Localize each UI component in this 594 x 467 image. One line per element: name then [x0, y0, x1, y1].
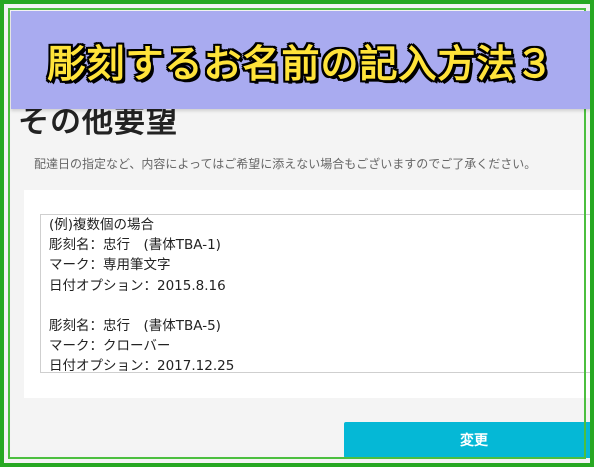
instruction-banner: 彫刻するお名前の記入方法３: [11, 11, 590, 109]
textarea-line: マーク：クローバー: [49, 338, 171, 355]
image-frame: その他要望 配達日の指定など、内容によってはご希望に添えない場合もございますので…: [0, 0, 594, 467]
requests-textarea[interactable]: (例)複数個の場合 彫刻名：忠行 (書体TBA-1) マーク：専用筆文字 日付オ…: [40, 214, 590, 373]
textarea-line: [49, 296, 590, 316]
section-description: 配達日の指定など、内容によってはご希望に添えない場合もございますのでご了承くださ…: [34, 157, 537, 171]
textarea-line: 日付オプション：2017.12.25: [49, 358, 235, 373]
textarea-line: 彫刻名：忠行 (書体TBA-1): [49, 237, 221, 254]
textarea-line: 彫刻名：忠行 (書体TBA-5): [49, 317, 221, 334]
change-button[interactable]: 変更: [344, 422, 590, 458]
textarea-line: (例)複数個の場合: [49, 217, 155, 233]
textarea-line: 日付オプション：2015.8.16: [49, 277, 226, 294]
textarea-line: マーク：専用筆文字: [49, 257, 171, 274]
banner-title: 彫刻するお名前の記入方法３: [47, 41, 555, 86]
